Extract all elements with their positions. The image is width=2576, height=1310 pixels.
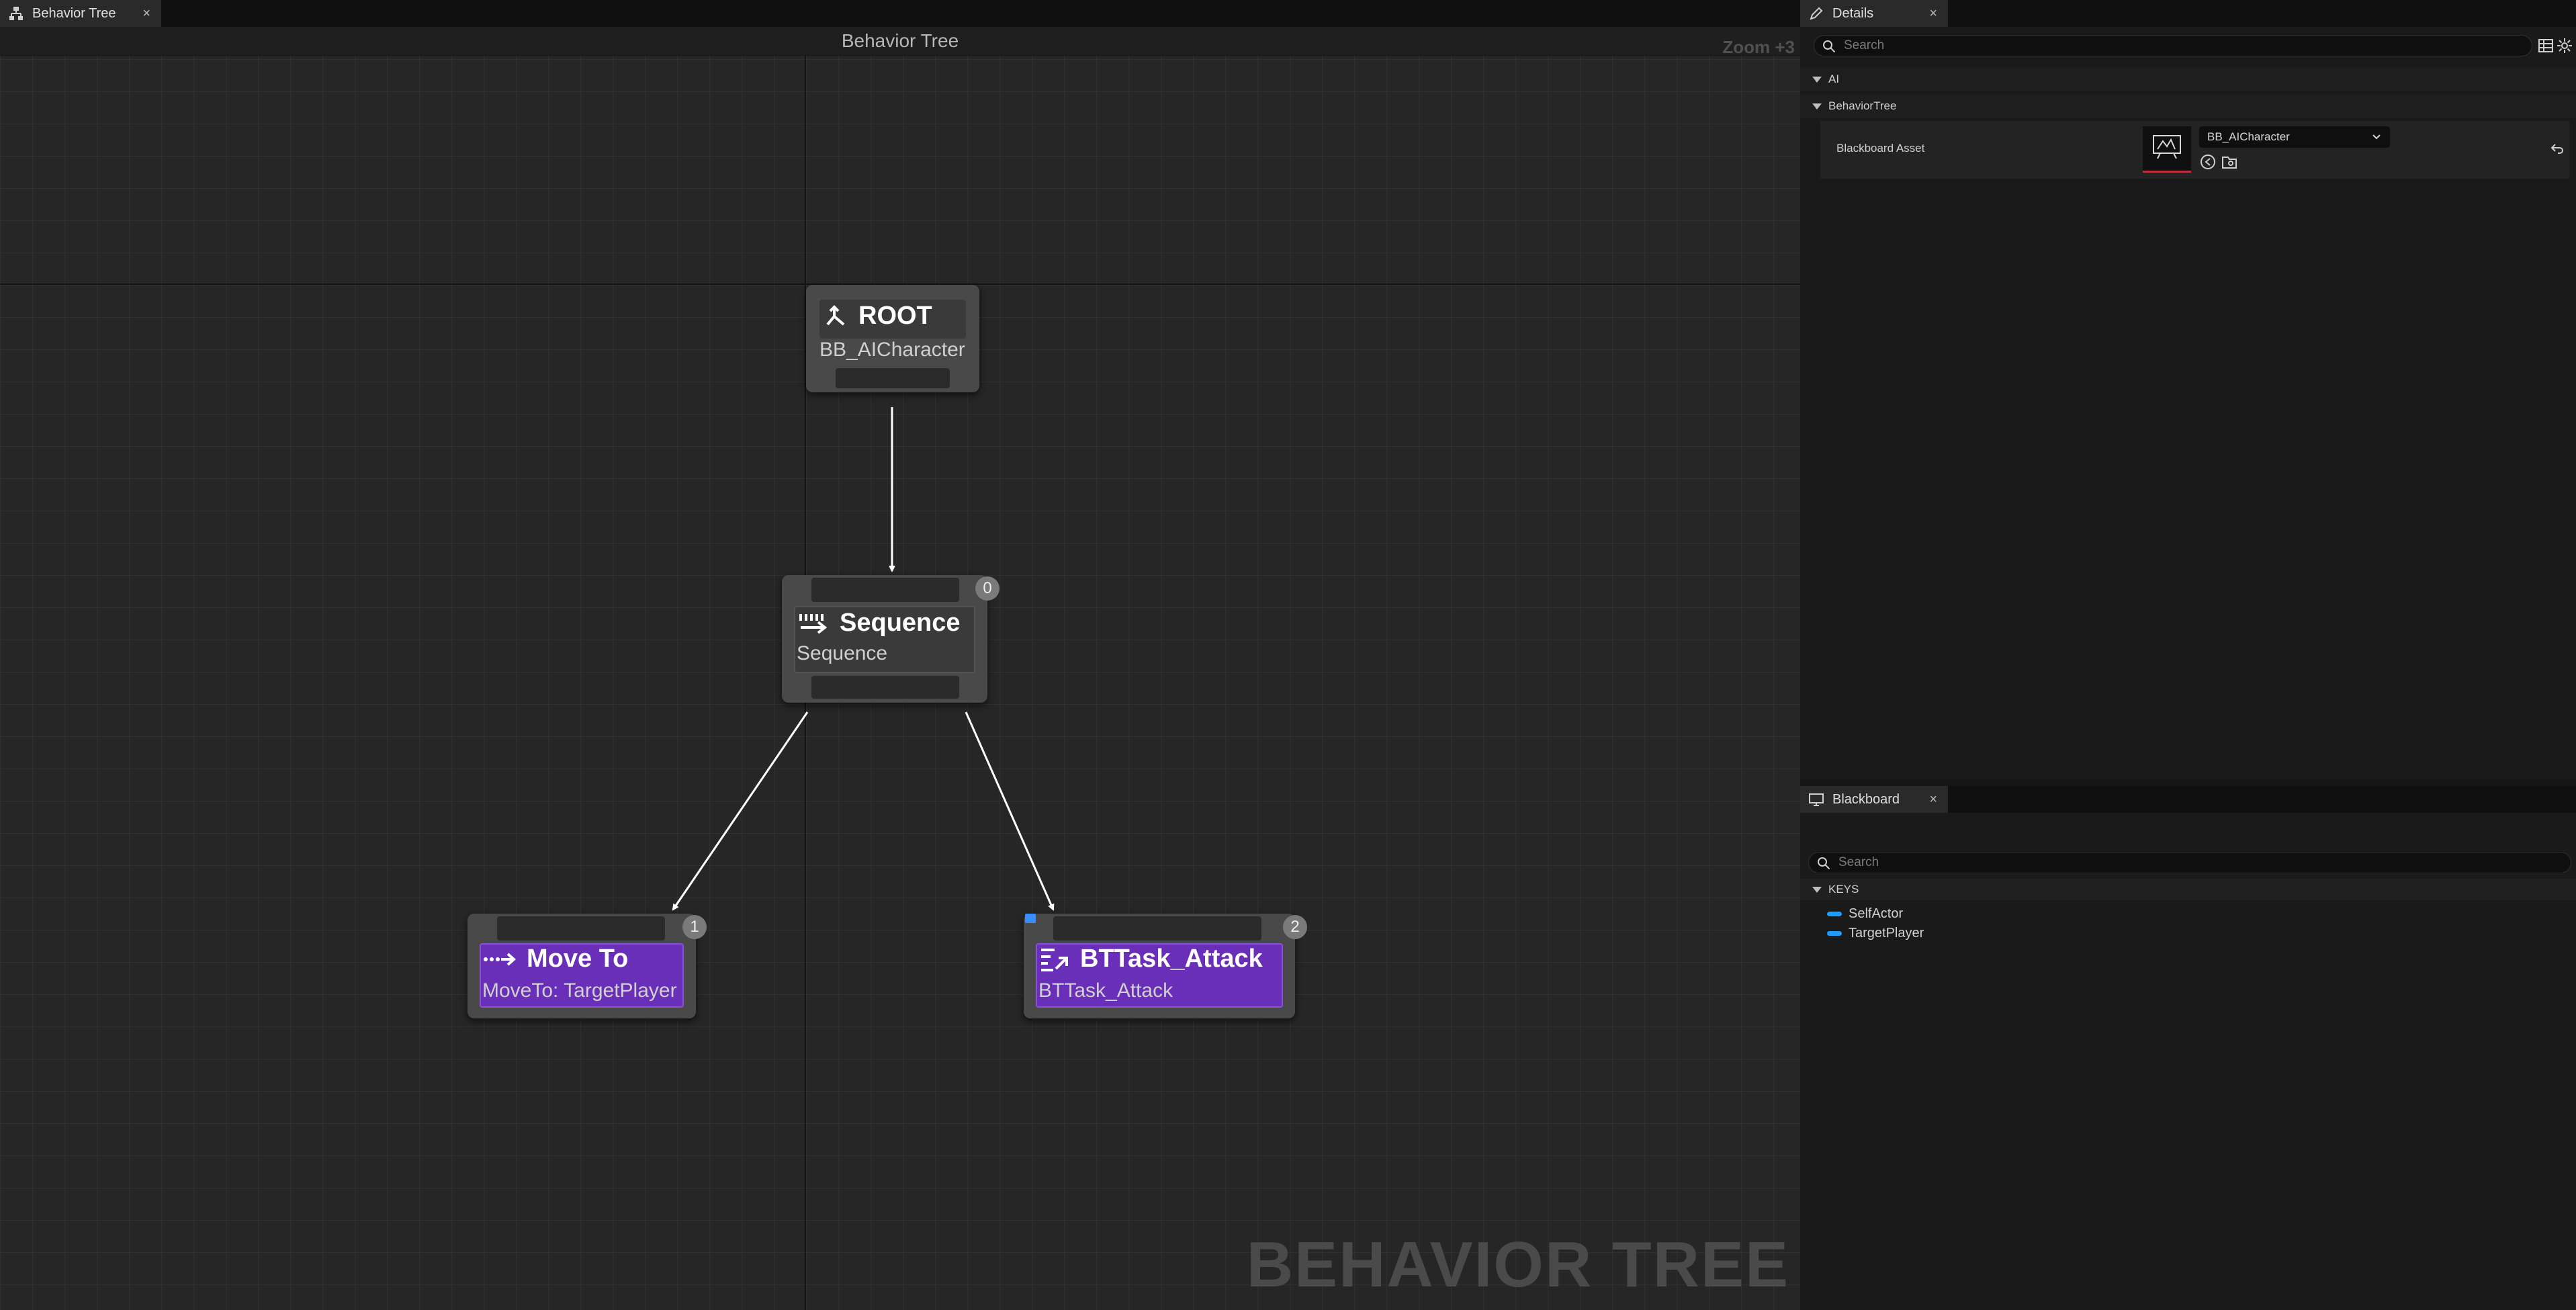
browse-icon[interactable]	[2199, 153, 2217, 174]
blackboard-tab-bar: Blackboard ×	[1800, 786, 2576, 813]
search-icon	[1817, 857, 1830, 877]
move-to-node[interactable]: Move To MoveTo: TargetPlayer	[468, 914, 696, 1018]
reset-arrow-icon[interactable]	[2550, 141, 2565, 159]
tab-behavior-tree[interactable]: Behavior Tree ×	[0, 0, 161, 27]
root-node-subtitle: BB_AICharacter	[819, 339, 965, 361]
edge-sequence-attack	[965, 711, 1055, 911]
section-behavior-tree-label: BehaviorTree	[1828, 99, 1897, 112]
chevron-down-icon	[1812, 886, 1822, 893]
root-node-label: ROOT	[858, 302, 932, 330]
open-asset-icon[interactable]	[2221, 153, 2238, 174]
sequence-index-badge: 0	[975, 576, 1000, 601]
details-tab-bar: Details ×	[1800, 0, 2576, 27]
blackboard-key-item[interactable]: SelfActor	[1827, 904, 1903, 923]
graph-panel: Behavior Tree × Behavior Tree Zoom +3 RO…	[0, 0, 1800, 1310]
section-ai[interactable]: AI	[1800, 67, 2576, 91]
graph-canvas[interactable]: Behavior Tree Zoom +3 ROOT BB_AICharacte…	[0, 27, 1800, 1310]
blackboard-icon	[2153, 135, 2181, 159]
blackboard-search-input[interactable]: Search	[1808, 852, 2571, 873]
details-search-placeholder: Search	[1844, 38, 1885, 52]
move-to-node-label: Move To	[527, 945, 629, 973]
blackboard-key-item[interactable]: TargetPlayer	[1827, 924, 1924, 943]
details-tab-label: Details	[1832, 5, 1874, 21]
monitor-icon	[1808, 791, 1824, 807]
blackboard-asset-value: BB_AICharacter	[2207, 130, 2290, 143]
chevron-down-icon	[2371, 126, 2382, 155]
key-type-marker	[1827, 911, 1842, 916]
graph-tab-bar: Behavior Tree ×	[0, 0, 1800, 27]
keys-header-label: KEYS	[1828, 883, 1859, 896]
attack-index-badge: 2	[1283, 915, 1307, 939]
blackboard-panel: Blackboard × Search KEYS SelfActor Targe…	[1800, 786, 2576, 1310]
tab-blackboard[interactable]: Blackboard ×	[1800, 786, 1948, 813]
breakpoint-marker-icon	[1025, 914, 1036, 923]
attack-node[interactable]: BTTask_Attack BTTask_Attack	[1024, 914, 1295, 1018]
move-to-node-subtitle: MoveTo: TargetPlayer	[482, 979, 677, 1002]
tab-label: Behavior Tree	[32, 5, 116, 21]
blackboard-asset-row: Blackboard Asset BB_AICharacter	[1820, 121, 2569, 179]
search-icon	[1822, 40, 1836, 60]
close-icon[interactable]: ×	[1929, 6, 1937, 21]
sequence-output-pin[interactable]	[811, 676, 959, 699]
root-node[interactable]: ROOT BB_AICharacter	[806, 285, 979, 392]
tab-details[interactable]: Details ×	[1800, 0, 1948, 27]
details-search-input[interactable]: Search	[1814, 35, 2532, 56]
section-behavior-tree[interactable]: BehaviorTree	[1800, 94, 2576, 118]
asset-thumbnail[interactable]	[2143, 126, 2191, 173]
key-type-marker	[1827, 930, 1842, 936]
sequence-node-subtitle: Sequence	[797, 642, 888, 664]
edge-sequence-moveto	[672, 711, 809, 911]
chevron-down-icon	[1812, 76, 1822, 83]
sequence-node-label: Sequence	[840, 609, 961, 637]
blackboard-asset-dropdown[interactable]: BB_AICharacter	[2199, 126, 2390, 148]
attack-node-subtitle: BTTask_Attack	[1038, 979, 1173, 1002]
grid-view-icon[interactable]	[2538, 38, 2554, 57]
blackboard-asset-label: Blackboard Asset	[1836, 142, 1925, 155]
attack-input-pin[interactable]	[1053, 916, 1261, 941]
blackboard-key-label: SelfActor	[1849, 906, 1904, 921]
root-output-pin[interactable]	[836, 368, 950, 388]
sequence-node[interactable]: Sequence Sequence	[782, 575, 987, 703]
keys-section[interactable]: KEYS	[1800, 879, 2576, 900]
attack-node-title: BTTask_Attack	[1038, 945, 1263, 973]
blackboard-tab-label: Blackboard	[1832, 791, 1900, 807]
chevron-down-icon	[1812, 103, 1822, 110]
task-icon	[1041, 948, 1068, 971]
section-ai-label: AI	[1828, 73, 1840, 85]
root-icon	[826, 304, 845, 326]
settings-icon[interactable]	[2557, 38, 2573, 57]
move-to-input-pin[interactable]	[497, 916, 665, 941]
sequence-node-title: Sequence	[798, 609, 961, 638]
behavior-tree-icon	[8, 5, 24, 21]
move-to-icon	[484, 953, 517, 965]
details-panel: Details × Search AI BehaviorTree Blackbo…	[1800, 0, 2576, 779]
graph-watermark: BEHAVIOR TREE	[1246, 1229, 1789, 1301]
sequence-icon	[799, 613, 828, 634]
blackboard-search-placeholder: Search	[1838, 855, 1879, 869]
pencil-icon	[1808, 5, 1824, 21]
root-node-title: ROOT	[822, 302, 932, 331]
close-icon[interactable]: ×	[1929, 792, 1937, 807]
sequence-input-pin[interactable]	[811, 578, 959, 602]
move-to-node-title: Move To	[482, 945, 628, 973]
attack-node-label: BTTask_Attack	[1080, 945, 1263, 973]
close-icon[interactable]: ×	[142, 6, 150, 21]
blackboard-key-label: TargetPlayer	[1849, 925, 1924, 941]
move-to-index-badge: 1	[682, 915, 707, 939]
